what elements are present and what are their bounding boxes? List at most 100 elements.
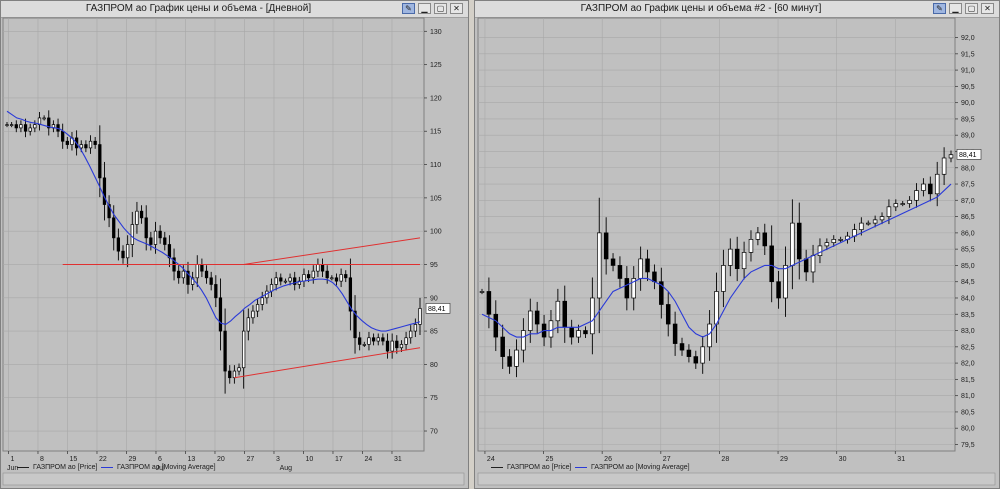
candle-body — [362, 344, 366, 346]
candle-body — [395, 340, 399, 349]
y-tick-label: 91,0 — [961, 68, 975, 75]
candle-body — [907, 199, 912, 204]
candle-body — [769, 245, 774, 283]
candle-body — [19, 124, 23, 129]
y-tick-label: 89,0 — [961, 133, 975, 140]
candle-body — [167, 244, 172, 259]
candle-body — [679, 343, 685, 351]
candle-body — [61, 130, 65, 142]
x-tick-label: 26 — [604, 456, 612, 463]
candle-body — [797, 222, 802, 260]
candle-body — [223, 330, 227, 372]
last-price-label: 88,41 — [959, 152, 977, 159]
y-tick-label: 85,0 — [961, 263, 975, 270]
x-tick-label: 29 — [780, 456, 788, 463]
x-tick-label: 3 — [276, 456, 280, 463]
candle-body — [65, 140, 69, 145]
candle-body — [371, 337, 376, 342]
candle-body — [98, 144, 102, 179]
x-tick-label: 29 — [128, 456, 136, 463]
y-tick-label: 75 — [430, 395, 438, 402]
y-tick-label: 92,0 — [961, 35, 975, 42]
candle-body — [200, 264, 204, 272]
candle-body — [334, 277, 339, 282]
candle-body — [195, 264, 199, 279]
candle-body — [672, 323, 678, 344]
candle-body — [181, 270, 185, 279]
y-tick-label: 120 — [430, 95, 442, 102]
candle-body — [755, 232, 761, 240]
x-tick-label: 27 — [246, 456, 254, 463]
y-tick-label: 89,5 — [961, 116, 975, 123]
y-tick-label: 91,5 — [961, 51, 975, 58]
candle-body — [707, 323, 712, 348]
y-tick-label: 90,5 — [961, 84, 975, 91]
candle-body — [283, 280, 288, 283]
candle-body — [872, 219, 878, 224]
candle-body — [693, 356, 699, 364]
candle-body — [126, 244, 130, 259]
candle-body — [810, 255, 816, 273]
candle-body — [576, 330, 581, 338]
hourly-price-chart[interactable]: 92,091,591,090,590,089,589,088,588,087,5… — [475, 1, 999, 488]
candle-body — [700, 346, 705, 364]
candle-body — [521, 330, 526, 351]
candle-body — [260, 297, 264, 305]
candle-body — [144, 217, 148, 239]
candle-body — [135, 210, 139, 225]
candle-body — [562, 300, 568, 328]
candle-body — [177, 270, 181, 279]
candle-body — [33, 124, 37, 129]
candle-body — [14, 124, 18, 129]
candle-body — [242, 330, 246, 369]
x-tick-label: 31 — [394, 456, 402, 463]
candle-body — [163, 237, 167, 245]
candle-body — [102, 177, 107, 205]
legend-price: ГАЗПРОМ ао [Price] — [491, 464, 571, 471]
candle-body — [838, 239, 843, 241]
candle-body — [358, 337, 362, 345]
y-tick-label: 70 — [430, 429, 438, 436]
y-tick-label: 90,0 — [961, 100, 975, 107]
candle-body — [941, 157, 947, 175]
candle-body — [548, 320, 554, 338]
x-tick-label: 13 — [187, 456, 195, 463]
x-tick-label: 30 — [839, 456, 847, 463]
legend-price-label: ГАЗПРОМ ао [Price] — [507, 464, 572, 471]
y-tick-label: 82,5 — [961, 344, 975, 351]
candle-body — [590, 297, 595, 335]
candle-body — [279, 277, 283, 282]
y-tick-label: 125 — [430, 62, 442, 69]
candle-body — [528, 310, 533, 331]
legend-moving-average: ГАЗПРОМ ао [Moving Average] — [575, 464, 690, 471]
daily-price-chart[interactable]: 70 75 80 85 90 95 100 105 110 115 120 125 130 1 8 15 22 2… — [1, 1, 468, 488]
candle-body — [748, 239, 754, 253]
candle-body — [734, 248, 740, 270]
candle-body — [306, 274, 311, 279]
candle-body — [269, 284, 274, 292]
x-tick-label: 31 — [897, 456, 905, 463]
candle-body — [28, 127, 32, 132]
legend-price: ГАЗПРОМ ао [Price] — [17, 464, 97, 471]
y-tick-label: 80,0 — [961, 426, 975, 433]
candle-body — [130, 224, 134, 245]
candle-body — [555, 300, 561, 322]
x-tick-label: 17 — [335, 456, 343, 463]
candle-body — [714, 291, 719, 325]
y-tick-label: 86,5 — [961, 214, 975, 221]
candle-body — [112, 217, 116, 239]
legend-ma-label: ГАЗПРОМ ао [Moving Average] — [591, 464, 690, 471]
y-tick-label: 87,5 — [961, 182, 975, 189]
candle-body — [886, 206, 892, 217]
candle-body — [824, 242, 830, 247]
candle-body — [214, 284, 218, 299]
y-tick-label: 84,0 — [961, 295, 975, 302]
candle-body — [486, 291, 492, 315]
candle-body — [803, 258, 809, 273]
candle-body — [399, 344, 404, 349]
legend-ma-label: ГАЗПРОМ ао [Moving Average] — [117, 464, 216, 471]
y-tick-label: 87,0 — [961, 198, 975, 205]
candle-body — [741, 252, 747, 270]
x-tick-label: 28 — [721, 456, 729, 463]
x-tick-label: 15 — [69, 456, 77, 463]
